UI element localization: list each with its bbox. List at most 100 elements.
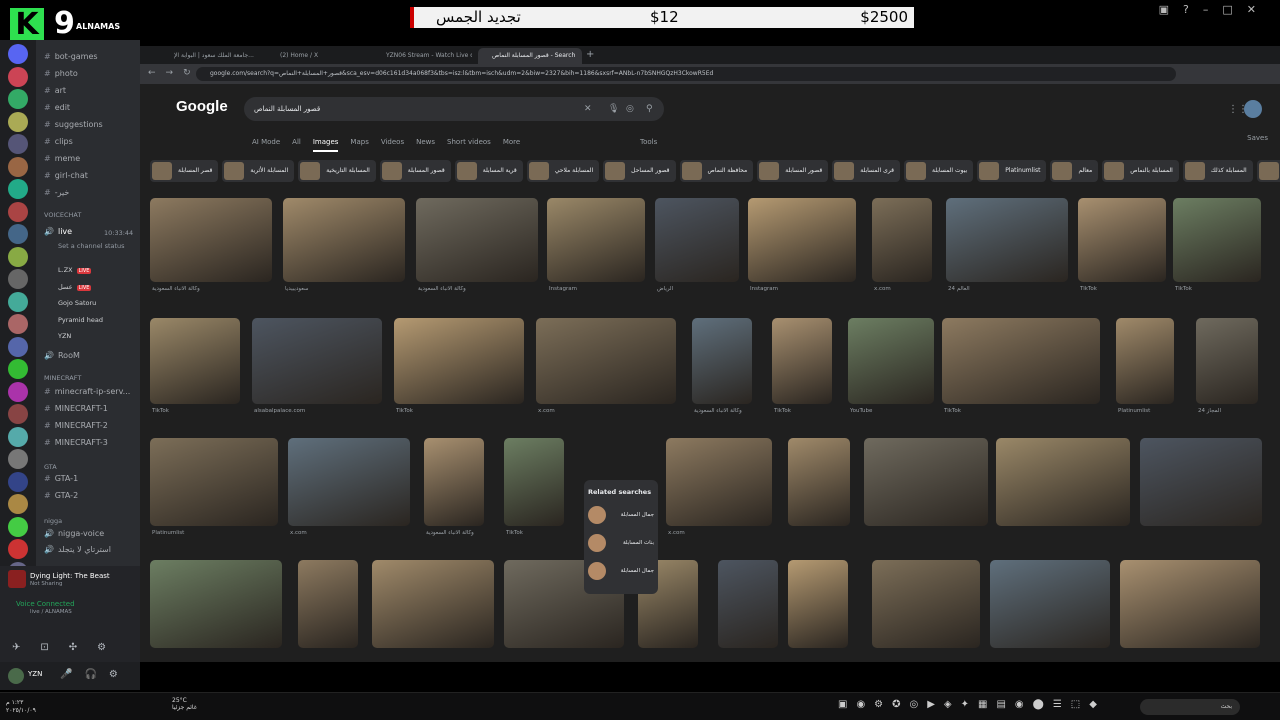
refinement-chip[interactable]: قصر المسابلة — [150, 160, 219, 182]
new-tab-icon[interactable]: + — [586, 49, 594, 60]
weather-widget[interactable]: 25°C غائم جزئيا — [172, 697, 197, 711]
minimize-icon[interactable]: – — [1203, 3, 1223, 16]
tab-search[interactable]: قصور المسابلة النماص - Search — [478, 48, 582, 64]
server-icon[interactable] — [8, 494, 28, 514]
server-icon[interactable] — [8, 404, 28, 424]
lens-icon[interactable]: ◎ — [626, 97, 634, 121]
image-result[interactable] — [504, 438, 564, 526]
refinement-chip[interactable]: قرية المسابلة — [454, 160, 523, 182]
category-voicechat[interactable]: VOICECHAT — [44, 211, 81, 219]
search-tab[interactable]: Images — [312, 138, 339, 152]
voice-user[interactable]: Gojo Satoru — [58, 299, 96, 307]
avatar[interactable] — [8, 668, 24, 684]
refinement-chip[interactable]: Platinumlist — [977, 160, 1047, 182]
channel-item[interactable]: # MINECRAFT-2 — [44, 421, 108, 430]
refinement-chip[interactable]: المسابلة التاريخية — [298, 160, 376, 182]
category-minecraft[interactable]: MINECRAFT — [44, 374, 81, 382]
search-icon[interactable]: ⚲ — [646, 97, 653, 121]
image-source[interactable]: x.com — [290, 530, 412, 536]
image-result[interactable] — [1140, 438, 1262, 526]
search-tab[interactable]: Short videos — [447, 138, 491, 146]
refinement-chip[interactable]: المسابلة ملاحي — [526, 160, 600, 182]
search-tab[interactable]: News — [416, 138, 435, 146]
image-source[interactable]: YouTube — [850, 408, 936, 414]
server-icon[interactable] — [8, 111, 28, 132]
image-result[interactable] — [372, 560, 494, 648]
image-result[interactable] — [150, 318, 240, 404]
channel-item[interactable]: # minecraft-ip-serv... — [44, 387, 130, 396]
search-tab[interactable]: Videos — [381, 138, 404, 146]
image-result[interactable] — [1173, 198, 1261, 282]
image-result[interactable] — [536, 318, 676, 404]
search-tab[interactable]: More — [503, 138, 520, 146]
server-icon[interactable] — [8, 44, 28, 64]
server-icon[interactable] — [8, 336, 28, 357]
server-icon[interactable] — [8, 134, 28, 154]
server-icon[interactable] — [8, 201, 28, 222]
maximize-icon[interactable]: □ — [1222, 3, 1246, 16]
image-result[interactable] — [394, 318, 524, 404]
refinement-chip[interactable]: المسابلة كذلك — [1182, 160, 1253, 182]
image-result[interactable] — [288, 438, 410, 526]
clear-icon[interactable]: ✕ — [584, 97, 592, 121]
image-result[interactable] — [1116, 318, 1174, 404]
related-item[interactable]: بنات المسابلة — [588, 532, 654, 554]
image-result[interactable] — [748, 198, 856, 282]
related-item[interactable]: جمال المسابلة — [588, 560, 654, 582]
url-field[interactable]: google.com/search?q=قصور+المسابلة+النماص… — [196, 67, 1176, 81]
image-result[interactable] — [848, 318, 934, 404]
tab-x-home[interactable]: (2) Home / X — [266, 48, 366, 64]
image-result[interactable] — [872, 198, 932, 282]
server-icon[interactable] — [8, 224, 28, 244]
nav-buttons[interactable]: ←→↻ — [148, 68, 201, 78]
image-result[interactable] — [283, 198, 405, 282]
voice-channel-name[interactable]: live / ALNAMAS — [30, 609, 72, 615]
server-icon[interactable] — [8, 314, 28, 334]
mic-icon[interactable]: 🎙 — [608, 97, 619, 121]
image-source[interactable]: TikTok — [774, 408, 834, 414]
voice-user[interactable]: L.ZX LIVE — [58, 266, 92, 274]
channel-item[interactable]: # art — [44, 86, 66, 95]
server-name[interactable]: ALNAMAS — [76, 22, 120, 31]
image-source[interactable]: وكالة الأنباء السعودية — [426, 530, 486, 536]
image-source[interactable]: x.com — [668, 530, 774, 536]
image-result[interactable] — [872, 560, 980, 648]
refinement-chip[interactable]: تراثية — [1256, 160, 1280, 182]
image-source[interactable]: TikTok — [1080, 286, 1168, 292]
image-source[interactable]: وكالة الأنباء السعودية — [418, 286, 540, 292]
server-icon[interactable] — [8, 179, 28, 199]
refinement-chip[interactable]: قصور المساحل — [603, 160, 676, 182]
image-source[interactable]: x.com — [538, 408, 678, 414]
search-tab[interactable]: AI Mode — [252, 138, 280, 146]
refinement-chip[interactable]: قصور المسابلة — [757, 160, 829, 182]
refinement-chip[interactable]: بيوت المسابلة — [904, 160, 974, 182]
taskbar-apps[interactable]: ▣◉⚙✪◎▶◈✦▦▤◉⬤☰⬚◆ — [838, 699, 1106, 710]
channel-item[interactable]: # MINECRAFT-1 — [44, 404, 108, 413]
saves-button[interactable]: Saves — [1247, 134, 1268, 142]
image-result[interactable] — [298, 560, 358, 648]
server-icon[interactable] — [8, 269, 28, 289]
image-result[interactable] — [252, 318, 382, 404]
image-result[interactable] — [864, 438, 988, 526]
image-source[interactable]: 24 المجاز — [1198, 408, 1260, 414]
server-icon[interactable] — [8, 516, 28, 537]
voice-user[interactable]: عسل LIVE — [58, 283, 92, 291]
image-source[interactable]: Platinumlist — [152, 530, 280, 536]
image-source[interactable]: x.com — [874, 286, 934, 292]
category-nigga[interactable]: nigga — [44, 517, 62, 525]
clock[interactable]: ١:٢٣ م ٢٠٢٥/١٠/٠٩ — [6, 699, 36, 715]
channel-item[interactable]: # MINECRAFT-3 — [44, 438, 108, 447]
image-result[interactable] — [942, 318, 1100, 404]
account-avatar[interactable] — [1244, 100, 1262, 118]
image-result[interactable] — [150, 198, 272, 282]
image-result[interactable] — [666, 438, 772, 526]
channel-item[interactable]: # meme — [44, 154, 80, 163]
channel-item[interactable]: 🔊 nigga-voice — [44, 529, 104, 538]
image-source[interactable]: TikTok — [944, 408, 1102, 414]
server-icon[interactable] — [8, 89, 28, 109]
image-result[interactable] — [990, 560, 1110, 648]
tab-stream[interactable]: YZN06 Stream - Watch Live on ... — [372, 48, 472, 64]
image-source[interactable]: TikTok — [506, 530, 566, 536]
tools-button[interactable]: Tools — [640, 138, 657, 146]
image-source[interactable]: Instagram — [549, 286, 647, 292]
